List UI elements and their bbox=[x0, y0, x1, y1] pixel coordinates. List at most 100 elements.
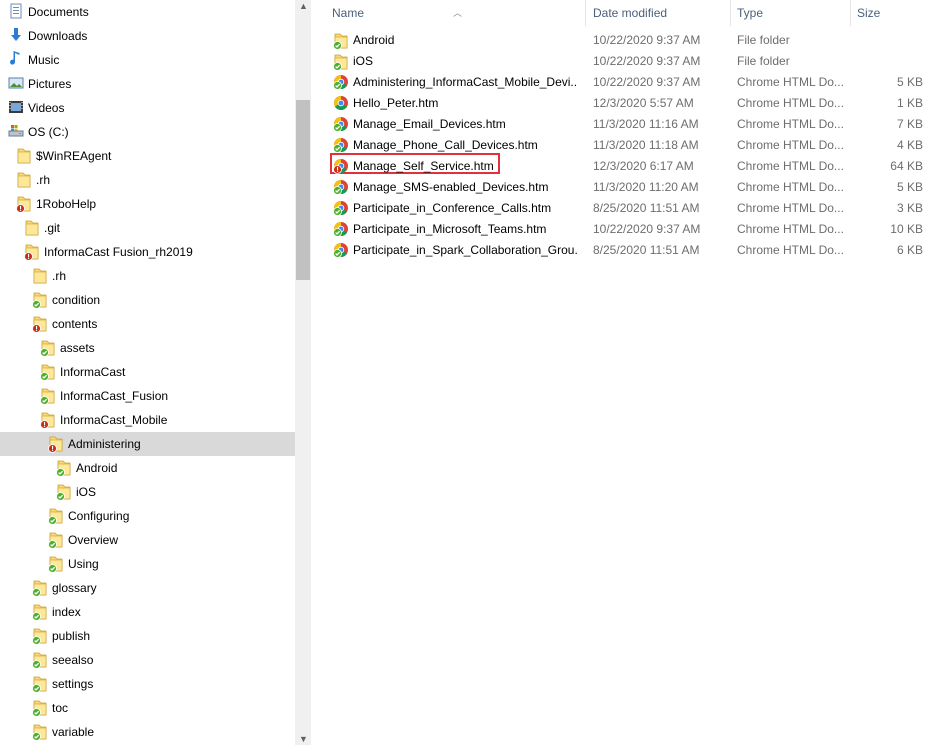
nav-item-1robohelp[interactable]: 1RoboHelp bbox=[0, 192, 295, 216]
file-date-modified: 10/22/2020 9:37 AM bbox=[593, 222, 701, 236]
nav-item-label: variable bbox=[52, 725, 95, 739]
folder-icon bbox=[16, 171, 32, 189]
header-size[interactable]: Size bbox=[857, 6, 880, 20]
folder-synced-icon bbox=[56, 483, 72, 501]
nav-item-ios[interactable]: iOS bbox=[0, 480, 295, 504]
nav-item-label: Videos bbox=[28, 101, 65, 115]
nav-item-label: Overview bbox=[68, 533, 119, 547]
file-row[interactable]: iOS 10/22/2020 9:37 AM File folder bbox=[311, 51, 925, 72]
file-size: 6 KB bbox=[896, 243, 923, 257]
nav-item-label: Pictures bbox=[28, 77, 72, 91]
nav-item-toc[interactable]: toc bbox=[0, 696, 295, 720]
nav-item-label: contents bbox=[52, 317, 98, 331]
nav-item-winreagent[interactable]: $WinREAgent bbox=[0, 144, 295, 168]
nav-item-os-c[interactable]: OS (C:) bbox=[0, 120, 295, 144]
file-date-modified: 12/3/2020 6:17 AM bbox=[593, 159, 694, 173]
nav-item-videos[interactable]: Videos bbox=[0, 96, 295, 120]
nav-item-downloads[interactable]: Downloads bbox=[0, 24, 295, 48]
nav-item-rh[interactable]: .rh bbox=[0, 168, 295, 192]
nav-item-publish[interactable]: publish bbox=[0, 624, 295, 648]
nav-item-administering[interactable]: Administering bbox=[0, 432, 295, 456]
nav-item-label: InformaCast bbox=[60, 365, 126, 379]
file-row[interactable]: Android 10/22/2020 9:37 AM File folder bbox=[311, 30, 925, 51]
column-divider[interactable] bbox=[585, 0, 586, 26]
file-size: 10 KB bbox=[890, 222, 923, 236]
file-row[interactable]: Administering_InformaCast_Mobile_Devi...… bbox=[311, 72, 925, 93]
column-divider[interactable] bbox=[730, 0, 731, 26]
file-list: ︿ Name Date modified Type Size Android 10… bbox=[311, 0, 925, 745]
file-row[interactable]: Hello_Peter.htm 12/3/2020 5:57 AM Chrome H… bbox=[311, 93, 925, 114]
nav-item-informacast-fusion-rh2019[interactable]: InformaCast Fusion_rh2019 bbox=[0, 240, 295, 264]
file-size: 5 KB bbox=[896, 75, 923, 89]
folder-synced-icon bbox=[32, 627, 48, 645]
scroll-down-arrow-icon[interactable]: ▼ bbox=[299, 735, 308, 744]
file-name: Manage_Email_Devices.htm bbox=[353, 117, 506, 131]
nav-item-using[interactable]: Using bbox=[0, 552, 295, 576]
folder-conflict-icon bbox=[40, 411, 56, 429]
header-type[interactable]: Type bbox=[737, 6, 763, 20]
file-type: Chrome HTML Do... bbox=[737, 180, 844, 194]
scroll-up-arrow-icon[interactable]: ▲ bbox=[299, 2, 308, 11]
drive-icon bbox=[8, 123, 24, 141]
nav-item-rh[interactable]: .rh bbox=[0, 264, 295, 288]
nav-item-label: settings bbox=[52, 677, 94, 691]
folder-synced-icon bbox=[333, 32, 349, 50]
nav-item-assets[interactable]: assets bbox=[0, 336, 295, 360]
file-row[interactable]: Participate_in_Conference_Calls.htm 8/25/… bbox=[311, 198, 925, 219]
header-date-modified[interactable]: Date modified bbox=[593, 6, 667, 20]
file-row[interactable]: Participate_in_Spark_Collaboration_Grou.… bbox=[311, 240, 925, 261]
nav-item-label: assets bbox=[60, 341, 95, 355]
nav-item-android[interactable]: Android bbox=[0, 456, 295, 480]
folder-synced-icon bbox=[32, 603, 48, 621]
column-divider[interactable] bbox=[850, 0, 851, 26]
file-row[interactable]: Manage_Email_Devices.htm 11/3/2020 11:16 … bbox=[311, 114, 925, 135]
file-size: 5 KB bbox=[896, 180, 923, 194]
file-size: 3 KB bbox=[896, 201, 923, 215]
folder-synced-icon bbox=[40, 363, 56, 381]
header-name[interactable]: Name bbox=[332, 6, 364, 20]
folder-synced-icon bbox=[32, 579, 48, 597]
nav-scrollbar[interactable]: ▲ ▼ bbox=[295, 0, 311, 745]
file-row[interactable]: Manage_SMS-enabled_Devices.htm 11/3/2020 … bbox=[311, 177, 925, 198]
nav-item-documents[interactable]: Documents bbox=[0, 0, 295, 24]
file-date-modified: 10/22/2020 9:37 AM bbox=[593, 75, 701, 89]
file-date-modified: 10/22/2020 9:37 AM bbox=[593, 54, 701, 68]
file-type: File folder bbox=[737, 33, 790, 47]
nav-item-configuring[interactable]: Configuring bbox=[0, 504, 295, 528]
nav-item-informacast[interactable]: InformaCast bbox=[0, 360, 295, 384]
nav-item-index[interactable]: index bbox=[0, 600, 295, 624]
chrome-icon bbox=[333, 95, 349, 111]
chrome-synced-icon bbox=[333, 74, 349, 90]
nav-item-music[interactable]: Music bbox=[0, 48, 295, 72]
videos-icon bbox=[8, 99, 24, 117]
nav-item-label: seealso bbox=[52, 653, 94, 667]
folder-icon bbox=[32, 267, 48, 285]
file-row[interactable]: Manage_Self_Service.htm 12/3/2020 6:17 AM… bbox=[311, 153, 925, 177]
scrollbar-thumb[interactable] bbox=[296, 100, 310, 280]
chrome-synced-icon bbox=[333, 242, 349, 258]
file-name: iOS bbox=[353, 54, 374, 68]
file-name: Hello_Peter.htm bbox=[353, 96, 439, 110]
nav-item-condition[interactable]: condition bbox=[0, 288, 295, 312]
navigation-pane: Documents Downloads Music Pictures Videos OS … bbox=[0, 0, 295, 745]
column-headers: ︿ Name Date modified Type Size bbox=[311, 0, 925, 26]
folder-synced-icon bbox=[48, 555, 64, 573]
nav-item-settings[interactable]: settings bbox=[0, 672, 295, 696]
nav-item-label: toc bbox=[52, 701, 69, 715]
nav-item-variable[interactable]: variable bbox=[0, 720, 295, 744]
file-type: Chrome HTML Do... bbox=[737, 75, 844, 89]
nav-item-seealso[interactable]: seealso bbox=[0, 648, 295, 672]
nav-item-overview[interactable]: Overview bbox=[0, 528, 295, 552]
file-row[interactable]: Participate_in_Microsoft_Teams.htm 10/22/… bbox=[311, 219, 925, 240]
folder-synced-icon bbox=[48, 531, 64, 549]
sort-caret-icon: ︿ bbox=[453, 8, 463, 18]
nav-item-informacast-fusion[interactable]: InformaCast_Fusion bbox=[0, 384, 295, 408]
nav-item-git[interactable]: .git bbox=[0, 216, 295, 240]
chrome-synced-icon bbox=[333, 200, 349, 216]
nav-item-informacast-mobile[interactable]: InformaCast_Mobile bbox=[0, 408, 295, 432]
folder-conflict-icon bbox=[16, 195, 32, 213]
nav-item-pictures[interactable]: Pictures bbox=[0, 72, 295, 96]
nav-item-contents[interactable]: contents bbox=[0, 312, 295, 336]
nav-item-glossary[interactable]: glossary bbox=[0, 576, 295, 600]
file-type: Chrome HTML Do... bbox=[737, 96, 844, 110]
